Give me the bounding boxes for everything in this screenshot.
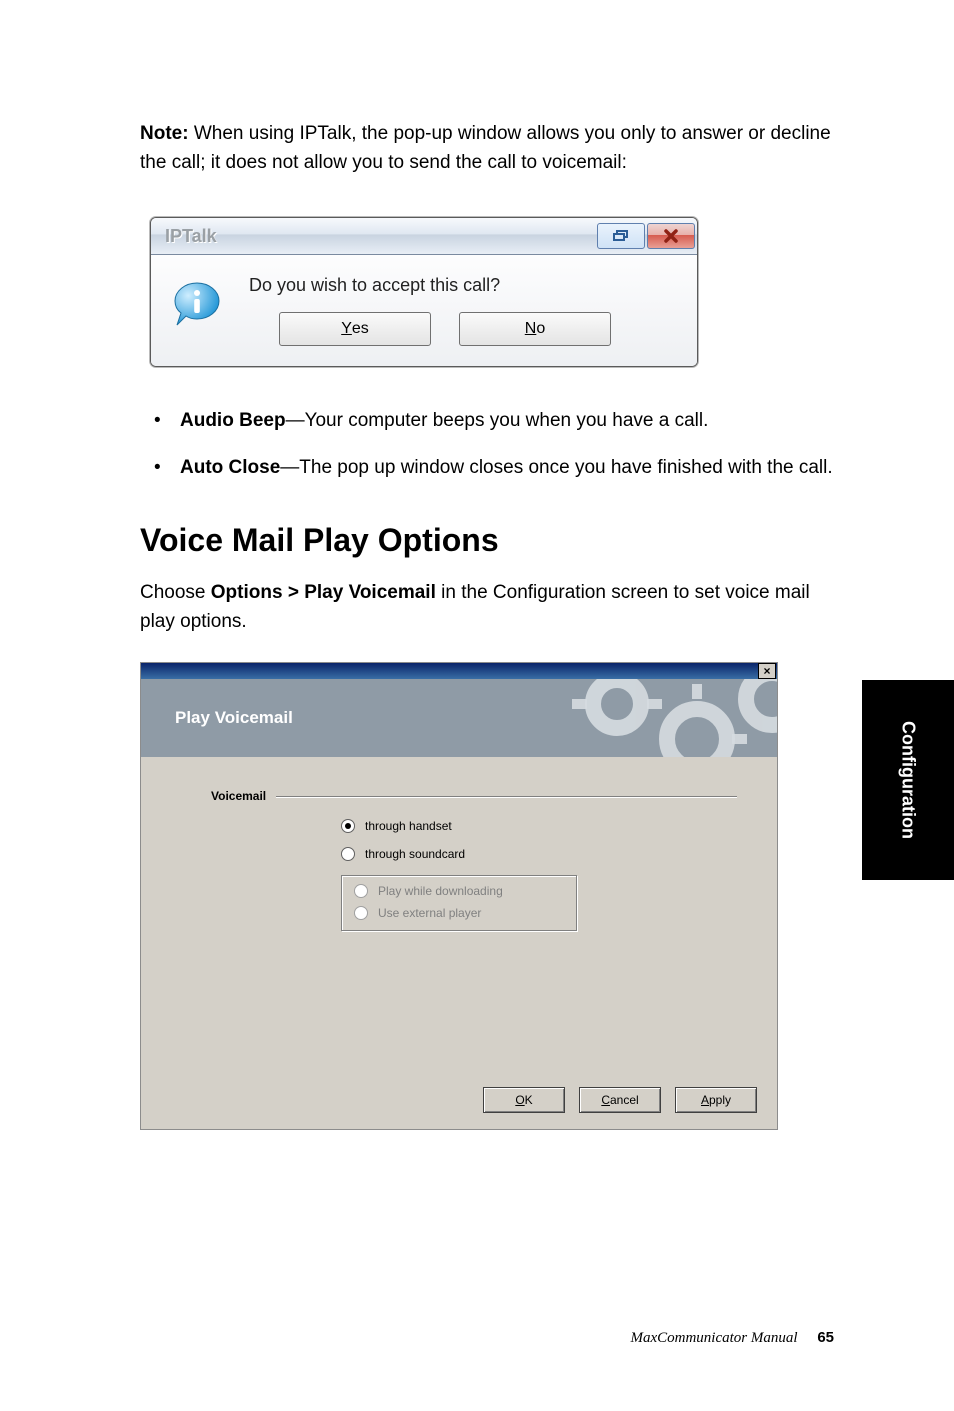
bullet-audio-beep: Audio Beep—Your computer beeps you when …	[140, 407, 834, 436]
radio-icon	[354, 884, 368, 898]
side-tab-configuration: Configuration	[862, 680, 954, 880]
note-text: When using IPTalk, the pop-up window all…	[140, 123, 831, 173]
pv-titlebar: ×	[141, 663, 777, 679]
radio-through-soundcard[interactable]: through soundcard	[341, 847, 737, 861]
soundcard-subgroup: Play while downloading Use external play…	[341, 875, 577, 931]
pv-body: Voicemail through handset through soundc…	[141, 757, 777, 1075]
feature-bullets: Audio Beep—Your computer beeps you when …	[140, 407, 834, 482]
info-bubble-icon	[171, 279, 223, 331]
section-heading: Voice Mail Play Options	[140, 522, 834, 559]
pv-footer: OK Cancel Apply	[141, 1075, 777, 1129]
radio-use-external-player: Use external player	[354, 906, 564, 920]
footer-manual: MaxCommunicator Manual	[630, 1330, 797, 1346]
ok-button[interactable]: OK	[483, 1087, 565, 1113]
footer-page-number: 65	[817, 1329, 834, 1346]
iptalk-titlebar: IPTalk	[151, 218, 697, 255]
apply-button[interactable]: Apply	[675, 1087, 757, 1113]
close-x-icon	[662, 229, 680, 243]
no-button[interactable]: No	[459, 312, 611, 346]
iptalk-body: Do you wish to accept this call? Yes No	[151, 255, 697, 366]
play-voicemail-dialog: × Play Voicemail	[140, 662, 778, 1130]
restore-icon	[611, 229, 631, 243]
pv-header-title: Play Voicemail	[175, 708, 293, 728]
radio-icon	[341, 847, 355, 861]
pv-group-label: Voicemail	[211, 789, 737, 803]
iptalk-message: Do you wish to accept this call?	[249, 275, 681, 296]
bullet-auto-close: Auto Close—The pop up window closes once…	[140, 454, 834, 483]
divider-line	[276, 796, 737, 797]
gears-icon	[547, 679, 777, 757]
radio-play-while-downloading: Play while downloading	[354, 884, 564, 898]
close-button[interactable]	[647, 223, 695, 249]
restore-button[interactable]	[597, 223, 645, 249]
radio-icon	[354, 906, 368, 920]
iptalk-dialog: IPTalk	[150, 217, 698, 367]
note-label: Note:	[140, 123, 189, 144]
info-icon-wrap	[167, 273, 227, 346]
section-paragraph: Choose Options > Play Voicemail in the C…	[140, 579, 834, 636]
pv-close-button[interactable]: ×	[758, 663, 776, 679]
page-footer: MaxCommunicator Manual 65	[630, 1329, 834, 1347]
radio-through-handset[interactable]: through handset	[341, 819, 737, 833]
pv-header: Play Voicemail	[141, 679, 777, 757]
radio-icon	[341, 819, 355, 833]
yes-button[interactable]: Yes	[279, 312, 431, 346]
cancel-button[interactable]: Cancel	[579, 1087, 661, 1113]
iptalk-title: IPTalk	[165, 226, 595, 247]
note-paragraph: Note: When using IPTalk, the pop-up wind…	[140, 120, 834, 177]
